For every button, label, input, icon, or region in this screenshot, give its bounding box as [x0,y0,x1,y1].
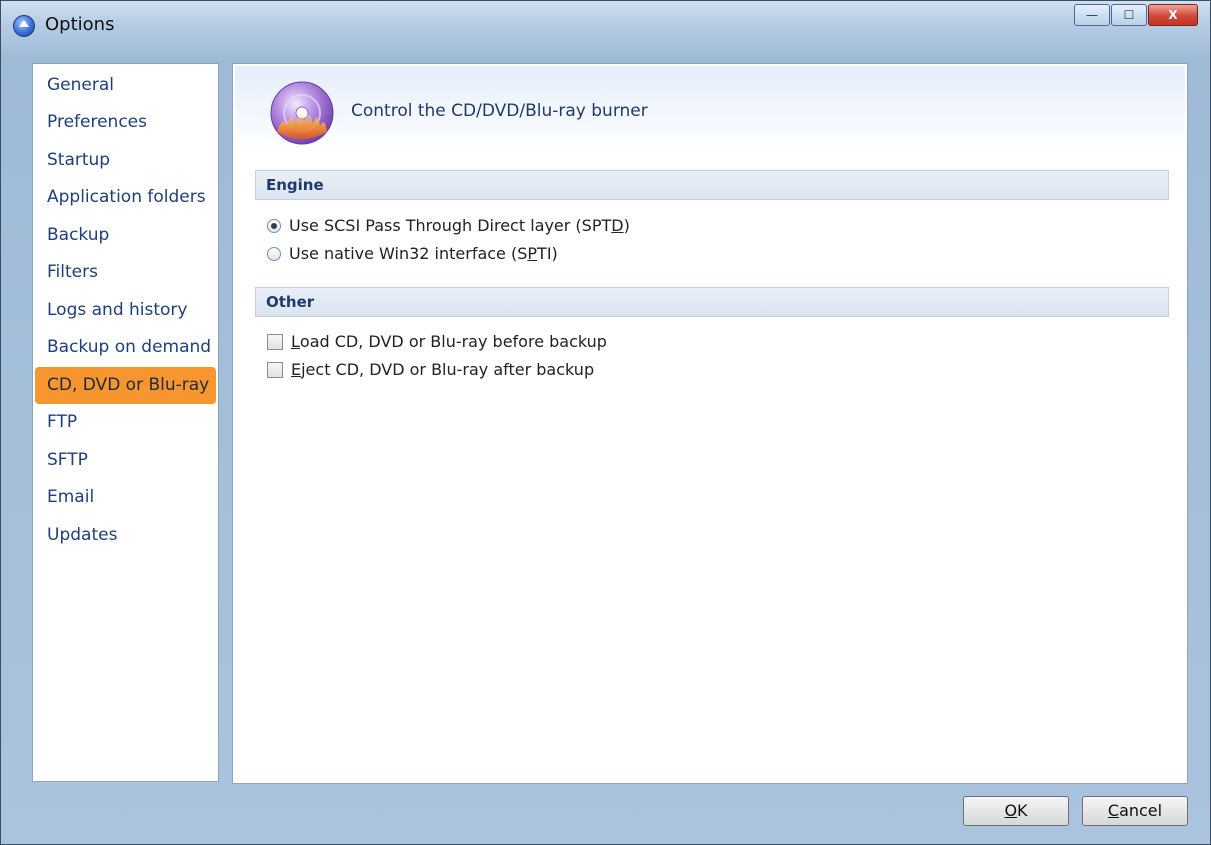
section-engine: Engine [255,170,1169,200]
radio-label-post: TI) [537,244,558,263]
window-controls: — ☐ X [1073,4,1198,26]
nav-item-backup[interactable]: Backup [47,217,109,254]
radio-label-mnemonic: D [611,216,624,235]
options-nav: General Preferences Startup Application … [32,63,219,782]
window-title: Options [45,14,115,35]
radio-label-mnemonic: P [527,244,538,263]
nav-item-updates[interactable]: Updates [47,517,117,554]
options-window: Options — ☐ X General Preferences Startu… [0,0,1211,845]
minimize-button[interactable]: — [1074,4,1110,26]
nav-item-general[interactable]: General [47,67,114,104]
nav-item-startup[interactable]: Startup [47,142,110,179]
close-button[interactable]: X [1148,4,1198,26]
nav-item-cd-dvd-bluray[interactable]: CD, DVD or Blu-ray [35,367,216,404]
options-panel: Control the CD/DVD/Blu-ray burner Engine… [232,63,1188,784]
radio-option-spti[interactable]: Use native Win32 interface (S P TI) [267,244,558,263]
nav-item-backup-on-demand[interactable]: Backup on demand [47,329,211,366]
nav-item-application-folders[interactable]: Application folders [47,179,206,216]
nav-item-ftp[interactable]: FTP [47,404,77,441]
radio-option-sptd[interactable]: Use SCSI Pass Through Direct layer (SPT D… [267,216,630,235]
cancel-mnemonic: C [1107,801,1120,820]
disc-burner-icon [270,81,334,145]
nav-item-email[interactable]: Email [47,479,94,516]
app-icon [13,15,35,37]
checkbox-label: oad CD, DVD or Blu-ray before backup [299,332,607,351]
panel-header-text: Control the CD/DVD/Blu-ray burner [351,101,648,121]
nav-item-logs-and-history[interactable]: Logs and history [47,292,187,329]
checkbox-load-before-backup[interactable]: Load CD, DVD or Blu-ray before backup [267,332,607,351]
ok-mnemonic: O [1004,801,1018,820]
ok-button[interactable]: OK [963,796,1069,826]
maximize-button[interactable]: ☐ [1111,4,1147,26]
panel-header: Control the CD/DVD/Blu-ray burner [235,66,1185,150]
nav-item-sftp[interactable]: SFTP [47,442,88,479]
checkbox[interactable] [267,333,283,350]
radio-label-pre: Use native Win32 interface (S [289,244,528,263]
section-other: Other [255,287,1169,317]
nav-item-preferences[interactable]: Preferences [47,104,147,141]
checkbox[interactable] [267,361,283,378]
cancel-button[interactable]: Cancel [1082,796,1188,826]
ok-label: K [1017,801,1028,820]
checkbox-eject-after-backup[interactable]: Eject CD, DVD or Blu-ray after backup [267,360,594,379]
checkbox-label-mnemonic: L [291,332,300,351]
radio-label-post: ) [623,216,630,235]
nav-item-filters[interactable]: Filters [47,254,98,291]
radio-label-pre: Use SCSI Pass Through Direct layer (SPT [289,216,612,235]
checkbox-label-mnemonic: E [291,360,302,379]
radio-button[interactable] [267,246,281,261]
cancel-label: ancel [1119,801,1163,820]
title-bar: Options — ☐ X [1,1,1210,51]
radio-button-checked[interactable] [267,218,281,233]
checkbox-label: ject CD, DVD or Blu-ray after backup [301,360,595,379]
